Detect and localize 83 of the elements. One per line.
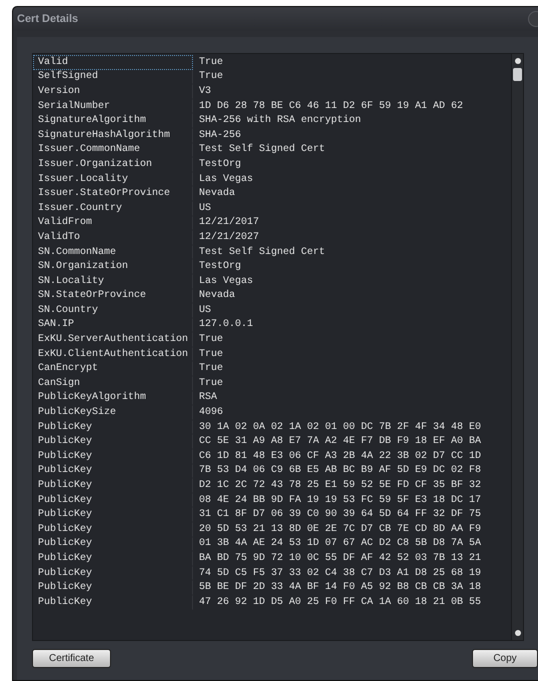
value-cell-text: US bbox=[198, 304, 212, 316]
value-cell-text: True bbox=[198, 56, 224, 68]
key-cell[interactable]: Issuer.Locality bbox=[33, 172, 193, 186]
value-cell-text: Test Self Signed Cert bbox=[198, 144, 326, 156]
value-cell-text: 74 5D C5 F5 37 33 02 C4 38 C7 D3 A1 D8 25 68 19 bbox=[198, 568, 482, 579]
value-cell-text: 20 5D 53 21 13 8D 0E 2E 7C D7 CB 7E CD 8D AA F9 bbox=[198, 524, 482, 535]
key-cell[interactable]: SN.Country bbox=[33, 303, 193, 318]
scroll-up-icon[interactable] bbox=[514, 58, 520, 64]
value-cell-text: 4096 bbox=[198, 407, 224, 418]
value-cell-text: 7B 53 D4 06 C9 6B E5 AB BC B9 AF 5D E9 DC 02 F8 bbox=[198, 465, 482, 476]
key-cell[interactable]: CanSign bbox=[33, 376, 193, 391]
value-cell-text: True bbox=[198, 378, 224, 389]
scroll-down-icon[interactable] bbox=[514, 630, 520, 636]
key-cell[interactable]: PublicKey bbox=[33, 507, 193, 522]
value-cell-text: 1D D6 28 78 BE C6 46 11 D2 6F 59 19 A1 AD 62 bbox=[198, 100, 464, 112]
key-cell[interactable]: PublicKeyAlgorithm bbox=[33, 390, 193, 406]
value-cell-text: RSA bbox=[198, 392, 218, 404]
value-cell-text: BA BD 75 9D 72 10 0C 55 DF AF 42 52 03 7B 13 21 bbox=[198, 552, 482, 564]
key-cell[interactable]: SignatureAlgorithm bbox=[33, 113, 193, 128]
key-cell[interactable]: PublicKey bbox=[33, 594, 193, 610]
key-cell[interactable]: Issuer.StateOrProvince bbox=[33, 186, 193, 201]
value-cell-text: SHA-256 bbox=[198, 130, 242, 141]
value-cell-text: D2 1C 2C 72 43 78 25 E1 59 52 5E FD CF 35 BF 32 bbox=[198, 480, 482, 492]
key-cell[interactable]: SAN.IP bbox=[33, 318, 193, 332]
key-cell[interactable]: PublicKey bbox=[33, 434, 193, 450]
key-cell[interactable]: Valid bbox=[33, 55, 193, 70]
key-cell[interactable]: PublicKey bbox=[33, 522, 193, 537]
key-cell[interactable]: Issuer.CommonName bbox=[33, 142, 193, 158]
value-cell-text: True bbox=[198, 334, 224, 346]
key-cell[interactable]: SerialNumber bbox=[33, 98, 193, 114]
key-cell[interactable]: ValidTo bbox=[33, 230, 193, 245]
value-cell-text: C6 1D 81 48 E3 06 CF A3 2B 4A 22 3B 02 D7 CC 1D bbox=[198, 450, 482, 462]
key-cell[interactable]: SN.StateOrProvince bbox=[33, 288, 193, 304]
value-cell-text: Las Vegas bbox=[198, 276, 254, 287]
key-cell[interactable]: PublicKeySize bbox=[33, 405, 193, 420]
value-cell-text: True bbox=[198, 348, 224, 360]
certificate-button[interactable]: Certificate bbox=[32, 649, 111, 668]
value-cell-text: Nevada bbox=[198, 290, 236, 302]
value-cell-text: CC 5E 31 A9 A8 E7 7A A2 4E F7 DB F9 18 EF A0 BA bbox=[198, 436, 482, 448]
value-cell-text: 127.0.0.1 bbox=[198, 319, 254, 330]
copy-button[interactable]: Copy bbox=[472, 649, 538, 668]
key-cell[interactable]: SelfSigned bbox=[33, 70, 193, 84]
value-cell-text: US bbox=[198, 202, 212, 214]
key-cell[interactable]: ExKU.ServerAuthentication bbox=[33, 332, 193, 347]
key-cell[interactable]: PublicKey bbox=[33, 478, 193, 493]
scroll-thumb[interactable] bbox=[513, 68, 522, 81]
value-cell-text: Las Vegas bbox=[198, 174, 254, 185]
value-cell-text: Test Self Signed Cert bbox=[198, 246, 326, 258]
value-cell-text: SHA-256 with RSA encryption bbox=[198, 115, 362, 126]
value-cell-text: TestOrg bbox=[198, 261, 242, 272]
value-cell-text: True bbox=[198, 71, 224, 82]
key-cell[interactable]: SignatureHashAlgorithm bbox=[33, 128, 193, 143]
value-cell-text: 5B BE DF 2D 33 4A BF 14 F0 A5 92 B8 CB CB 3A 18 bbox=[198, 582, 482, 594]
key-cell[interactable]: ExKU.ClientAuthentication bbox=[33, 346, 193, 362]
key-cell[interactable]: PublicKey bbox=[33, 566, 193, 580]
value-cell-text: 47 26 92 1D D5 A0 25 F0 FF CA 1A 60 18 21 0B 55 bbox=[198, 596, 482, 608]
value-cell-text: V3 bbox=[198, 86, 212, 97]
key-cell[interactable]: SN.Organization bbox=[33, 259, 193, 274]
key-cell[interactable]: PublicKey bbox=[33, 551, 193, 566]
key-cell[interactable]: PublicKey bbox=[33, 492, 193, 508]
value-cell-text: Nevada bbox=[198, 188, 236, 200]
key-cell[interactable]: PublicKey bbox=[33, 420, 193, 434]
key-cell[interactable]: CanEncrypt bbox=[33, 361, 193, 376]
key-cell[interactable]: PublicKey bbox=[33, 536, 193, 552]
key-cell[interactable]: PublicKey bbox=[33, 580, 193, 595]
key-cell[interactable]: SN.CommonName bbox=[33, 244, 193, 260]
key-cell[interactable]: Issuer.Country bbox=[33, 200, 193, 216]
value-cell-text: 01 3B 4A AE 24 53 1D 07 67 AC D2 C8 5B D8 7A 5A bbox=[198, 538, 482, 550]
value-cell-text: 12/21/2027 bbox=[198, 232, 260, 243]
key-cell[interactable]: Issuer.Organization bbox=[33, 157, 193, 172]
key-cell[interactable]: PublicKey bbox=[33, 464, 193, 478]
value-cell-text: 08 4E 24 BB 9D FA 19 19 53 FC 59 5F E3 18 DC 17 bbox=[198, 494, 482, 506]
key-cell[interactable]: PublicKey bbox=[33, 449, 193, 464]
value-cell-text: 12/21/2017 bbox=[198, 217, 260, 228]
value-cell-text: TestOrg bbox=[198, 158, 242, 170]
value-cell-text: 30 1A 02 0A 02 1A 02 01 00 DC 7B 2F 4F 34 48 E0 bbox=[198, 422, 482, 433]
value-cell-text: 31 C1 8F D7 06 39 C0 90 39 64 5D 64 FF 32 DF 75 bbox=[198, 509, 482, 520]
key-cell[interactable]: Version bbox=[33, 84, 193, 99]
key-cell[interactable]: ValidFrom bbox=[33, 216, 193, 230]
scrollbar[interactable] bbox=[511, 54, 523, 640]
value-cell-text: True bbox=[198, 363, 224, 374]
key-cell[interactable]: SN.Locality bbox=[33, 274, 193, 288]
window-title: Cert Details bbox=[16, 13, 78, 25]
